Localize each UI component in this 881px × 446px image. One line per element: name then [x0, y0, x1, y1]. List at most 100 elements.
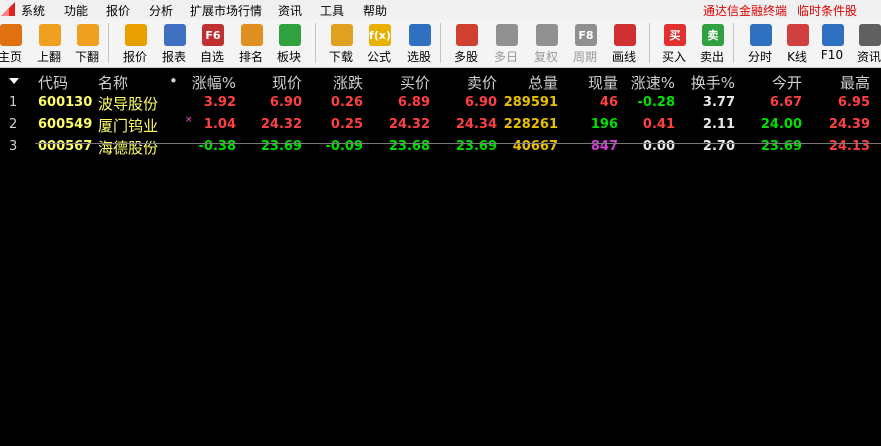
turnover-value: 3.77: [702, 95, 735, 110]
turnover-value: 2.11: [702, 117, 735, 132]
menu-bar: 系统 功能 报价 分析 扩展市场行情 资讯 工具 帮助 通达信金融终端 临时条件…: [0, 0, 881, 19]
toolbar-button-label: 板块: [276, 50, 301, 64]
toolbar-button-draw-line[interactable]: 画线: [605, 21, 643, 65]
menu-item-help[interactable]: 帮助: [363, 2, 387, 19]
table-row[interactable]: 1 600130 波导股份 3.92 6.90 0.26 6.89 6.90 289591 46 -…: [0, 92, 881, 114]
ask-value: 6.90: [464, 95, 497, 110]
row-selection-underline: [35, 143, 881, 144]
toolbar-button-multi-stock[interactable]: 多股: [447, 21, 485, 65]
col-header-change[interactable]: 涨跌: [303, 72, 363, 93]
ask-value: 24.34: [455, 117, 497, 132]
current-volume-value: 46: [599, 95, 618, 110]
toolbar-button-sell[interactable]: 卖卖出: [693, 21, 731, 65]
stock-code: 600549: [38, 117, 93, 132]
formula-icon: f(x): [369, 24, 391, 46]
toolbar-button-arrow-down[interactable]: 下翻: [68, 21, 106, 65]
col-header-price[interactable]: 现价: [242, 72, 302, 93]
col-header-speed[interactable]: 涨速%: [615, 72, 675, 93]
toolbar-button-news[interactable]: 资讯: [850, 21, 881, 65]
table-row[interactable]: 3 000567 海德股份 -0.38 23.69 -0.09 23.68 23.69 4066…: [0, 136, 881, 158]
multi-stock-icon: [456, 24, 478, 46]
grid-header-row: 代码 名称 • 涨幅% 现价 涨跌 买价 卖价 总量 现量 涨速% 换手% 今开…: [0, 70, 881, 92]
stock-code: 600130: [38, 95, 93, 110]
kline-icon: [787, 24, 809, 46]
col-header-turnover[interactable]: 换手%: [675, 72, 735, 93]
turnover-value: 2.70: [702, 139, 735, 154]
change-pct-value: -0.38: [198, 139, 236, 154]
f8-icon: F8: [575, 24, 597, 46]
news-icon: [859, 24, 881, 46]
volume-value: 40667: [512, 139, 558, 154]
bid-value: 24.32: [388, 117, 430, 132]
speed-value: 0.41: [642, 117, 675, 132]
col-header-current-volume[interactable]: 现量: [558, 72, 618, 93]
toolbar-button-label: 选股: [406, 50, 431, 64]
high-value: 6.95: [837, 95, 870, 110]
high-value: 24.39: [828, 117, 870, 132]
col-header-code[interactable]: 代码: [38, 72, 68, 93]
arrow-up-icon: [39, 24, 61, 46]
menu-item-tools[interactable]: 工具: [320, 2, 344, 19]
stock-name: 海德股份: [98, 139, 159, 157]
promo-condition-stock-link[interactable]: 临时条件股: [797, 2, 857, 19]
download-icon: [331, 24, 353, 46]
change-value: -0.09: [325, 139, 363, 154]
price-value: 6.90: [269, 95, 302, 110]
speed-value: -0.28: [637, 95, 675, 110]
stock-code: 000567: [38, 139, 93, 154]
menu-item-function[interactable]: 功能: [64, 2, 88, 19]
ranking-icon: [241, 24, 263, 46]
sell-icon: 卖: [702, 24, 724, 46]
col-header-change-pct[interactable]: 涨幅%: [176, 72, 236, 93]
price-value: 23.69: [260, 139, 302, 154]
col-header-bid[interactable]: 买价: [370, 72, 430, 93]
stock-name: 波导股份: [98, 95, 159, 113]
toolbar-button-label: 画线: [611, 50, 636, 64]
sort-dropdown-icon[interactable]: [9, 78, 19, 85]
speed-value: 0.00: [642, 139, 675, 154]
menu-item-analysis[interactable]: 分析: [149, 2, 173, 19]
col-header-open[interactable]: 今开: [740, 72, 802, 93]
toolbar-button-stock-pick[interactable]: 选股: [400, 21, 438, 65]
promo-terminal-link[interactable]: 通达信金融终端: [703, 2, 787, 19]
col-header-volume[interactable]: 总量: [498, 72, 558, 93]
f10-icon: [822, 24, 844, 46]
blocks-icon: [279, 24, 301, 46]
toolbar-button-formula[interactable]: f(x) 公式: [360, 21, 398, 65]
change-value: 0.26: [330, 95, 363, 110]
row-index: 3: [9, 139, 18, 154]
toolbar-button-label: 下翻: [74, 50, 99, 64]
arrow-down-icon: [77, 24, 99, 46]
report-icon: [164, 24, 186, 46]
bid-value: 23.68: [388, 139, 430, 154]
volume-value: 289591: [503, 95, 558, 110]
table-row[interactable]: 2 600549 厦门钨业 1.04 24.32 0.25 24.32 24.34 228261…: [0, 114, 881, 136]
col-header-high[interactable]: 最高: [808, 72, 870, 93]
volume-value: 228261: [503, 117, 558, 132]
menu-item-system[interactable]: 系统: [21, 2, 45, 19]
change-pct-value: 3.92: [203, 95, 236, 110]
current-volume-value: 196: [590, 117, 618, 132]
quote-grid: 代码 名称 • 涨幅% 现价 涨跌 买价 卖价 总量 现量 涨速% 换手% 今开…: [0, 68, 881, 446]
stock-pick-icon: [409, 24, 431, 46]
toolbar-button-blocks[interactable]: 板块: [270, 21, 308, 65]
home-icon: [0, 24, 22, 46]
col-header-ask[interactable]: 卖价: [437, 72, 497, 93]
yen-icon: [125, 24, 147, 46]
col-header-name[interactable]: 名称: [98, 72, 128, 93]
stock-mark: ×: [185, 115, 193, 125]
menu-item-quote[interactable]: 报价: [106, 2, 130, 19]
f6-icon: F6: [202, 24, 224, 46]
toolbar-button-clock[interactable]: 多日: [487, 21, 525, 65]
toolbar-button-label: 资讯: [856, 50, 881, 64]
current-volume-value: 847: [590, 139, 618, 154]
clock-icon: [496, 24, 518, 46]
open-value: 6.67: [769, 95, 802, 110]
menu-item-extended-market[interactable]: 扩展市场行情: [190, 2, 262, 19]
row-index: 1: [9, 95, 18, 110]
toolbar-button-label: 卖出: [699, 50, 724, 64]
adjust-icon: [536, 24, 558, 46]
open-value: 24.00: [760, 117, 802, 132]
menu-item-news[interactable]: 资讯: [278, 2, 302, 19]
open-value: 23.69: [760, 139, 802, 154]
